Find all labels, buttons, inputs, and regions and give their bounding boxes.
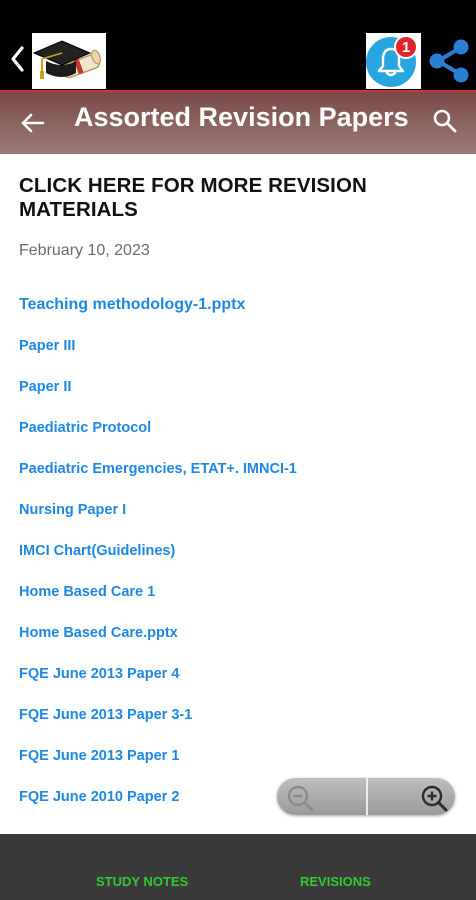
zoom-out-icon[interactable] xyxy=(285,783,315,813)
share-icon[interactable] xyxy=(426,38,472,84)
download-link[interactable]: Nursing Paper I xyxy=(19,502,126,518)
zoom-control xyxy=(277,778,455,815)
download-link[interactable]: Paper III xyxy=(19,338,75,354)
post-heading-line-2: MATERIALS xyxy=(19,198,138,221)
app-bar: Assorted Revision Papers xyxy=(0,90,476,154)
download-link[interactable]: Paper II xyxy=(19,379,71,395)
post-content: CLICK HERE FOR MORE REVISION MATERIALS F… xyxy=(0,154,476,834)
bottom-navigation: STUDY NOTES REVISIONS xyxy=(0,834,476,900)
download-link[interactable]: Home Based Care.pptx xyxy=(19,625,178,641)
zoom-divider xyxy=(366,778,368,815)
post-heading-line-1: CLICK HERE FOR MORE REVISION xyxy=(19,174,367,197)
post-date: February 10, 2023 xyxy=(19,242,150,259)
page-title: Assorted Revision Papers xyxy=(74,102,409,132)
search-icon[interactable] xyxy=(432,108,458,134)
download-link[interactable]: Teaching methodology-1.pptx xyxy=(19,296,245,314)
download-link[interactable]: Paediatric Protocol xyxy=(19,420,151,436)
download-link[interactable]: Home Based Care 1 xyxy=(19,584,155,600)
graduation-cap-icon xyxy=(32,40,102,79)
nav-item-study-notes[interactable]: STUDY NOTES xyxy=(96,874,188,889)
notifications-button[interactable]: 1 xyxy=(366,33,421,89)
download-link[interactable]: IMCI Chart(Guidelines) xyxy=(19,543,175,559)
download-link[interactable]: FQE June 2010 Paper 2 xyxy=(19,789,179,805)
post-heading[interactable]: CLICK HERE FOR MORE REVISION MATERIALS xyxy=(19,174,459,222)
download-link[interactable]: FQE June 2013 Paper 1 xyxy=(19,748,179,764)
download-link[interactable]: FQE June 2013 Paper 4 xyxy=(19,666,179,682)
app-logo[interactable] xyxy=(32,33,106,89)
download-link[interactable]: FQE June 2013 Paper 3-1 xyxy=(19,707,192,723)
arrow-back-icon[interactable] xyxy=(18,108,48,138)
top-bar: 1 xyxy=(0,0,476,90)
zoom-in-icon[interactable] xyxy=(419,783,449,813)
download-link[interactable]: Paediatric Emergencies, ETAT+. IMNCI-1 xyxy=(19,461,297,477)
nav-item-revisions[interactable]: REVISIONS xyxy=(300,874,371,889)
chevron-left-icon[interactable] xyxy=(8,44,26,74)
notification-badge: 1 xyxy=(394,35,418,59)
